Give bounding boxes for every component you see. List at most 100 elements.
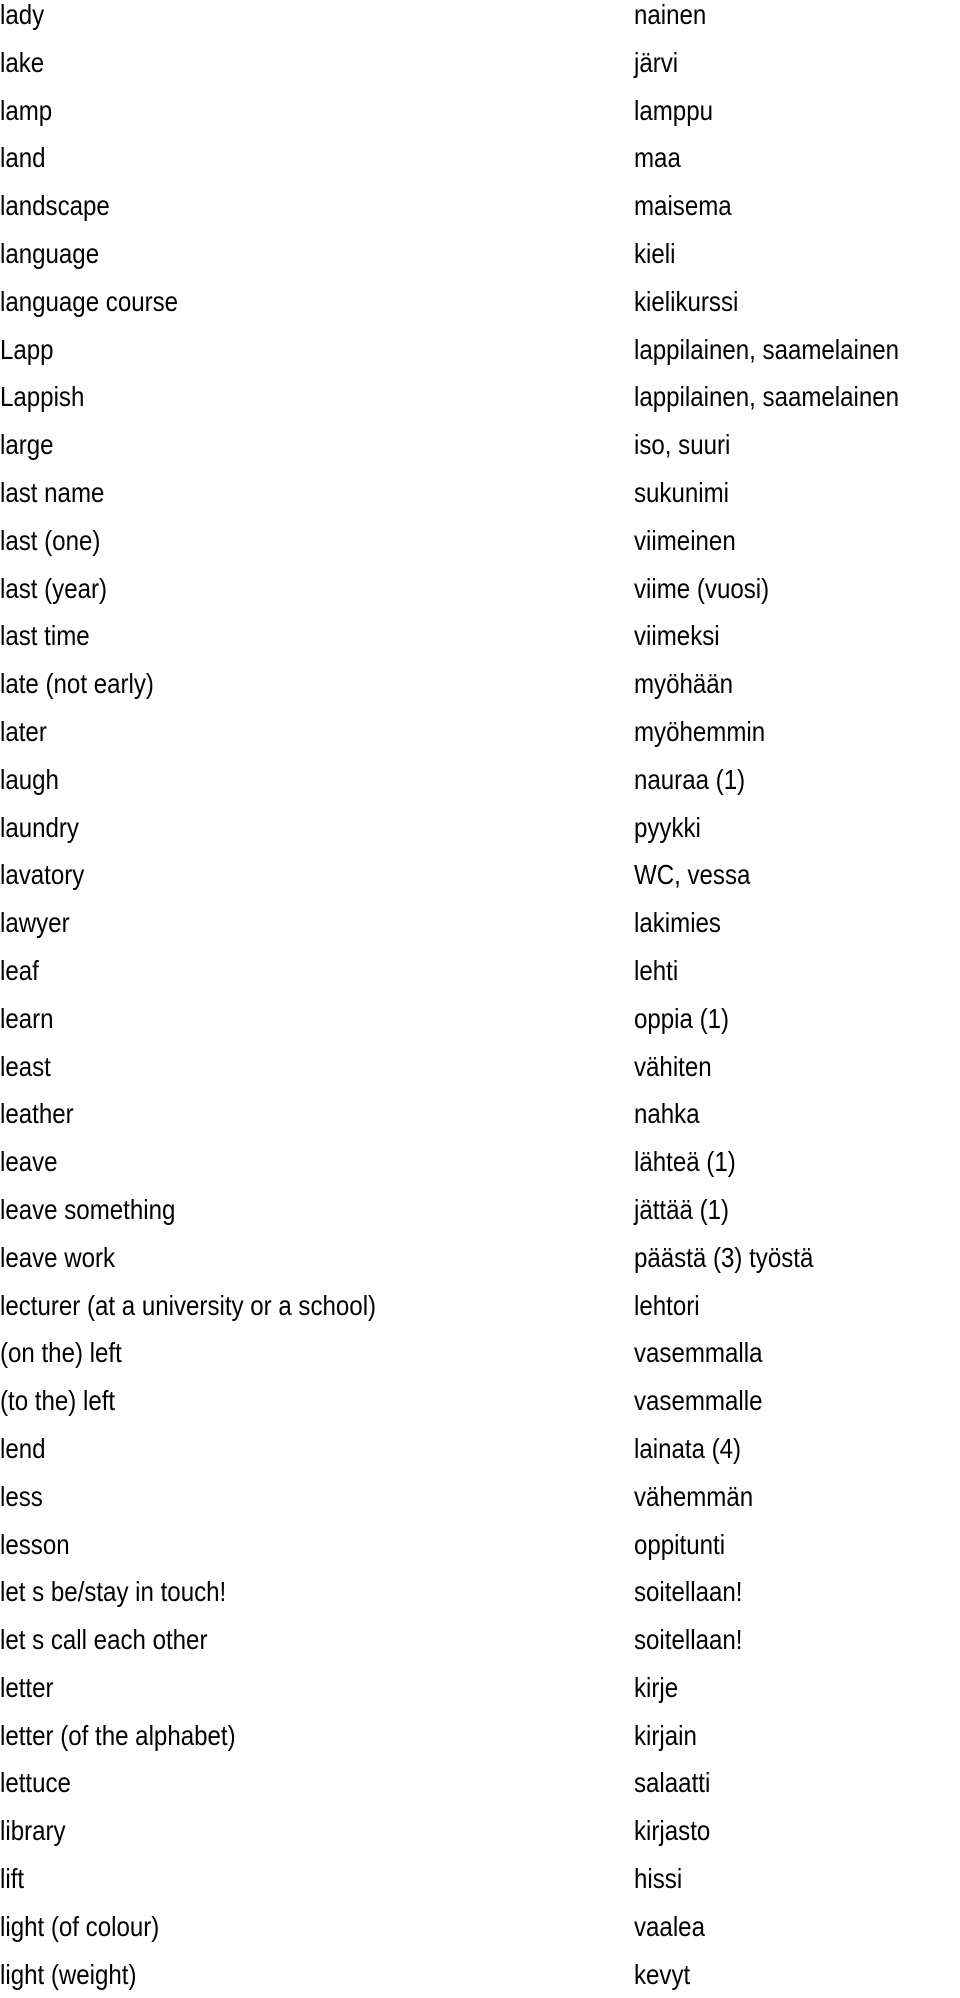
vocabulary-row: leather nahka <box>0 1090 960 1138</box>
vocabulary-row: language kieli <box>0 230 960 278</box>
english-term: leave something <box>0 1193 176 1225</box>
finnish-translation: myöhemmin <box>634 715 766 747</box>
finnish-translation: maa <box>634 142 681 174</box>
finnish-translation: jättää (1) <box>634 1193 730 1225</box>
english-term: laugh <box>0 763 59 795</box>
english-term: last name <box>0 476 105 508</box>
english-term: language course <box>0 285 179 317</box>
vocabulary-row: (on the) left vasemmalla <box>0 1329 960 1377</box>
finnish-translation: iso, suuri <box>634 429 731 461</box>
english-term: (to the) left <box>0 1385 116 1417</box>
finnish-translation: järvi <box>634 46 679 78</box>
finnish-translation: vasemmalle <box>634 1385 763 1417</box>
vocabulary-row: large iso, suuri <box>0 421 960 469</box>
english-term: letter (of the alphabet) <box>0 1719 236 1751</box>
vocabulary-row: (to the) left vasemmalle <box>0 1377 960 1425</box>
finnish-translation: kirjain <box>634 1719 697 1751</box>
english-term: leather <box>0 1098 74 1130</box>
finnish-translation: pyykki <box>634 811 701 843</box>
english-term: last time <box>0 620 90 652</box>
finnish-translation: lähteä (1) <box>634 1146 736 1178</box>
vocabulary-row: Lapp lappilainen, saamelainen <box>0 326 960 374</box>
english-term: language <box>0 237 100 269</box>
english-term: library <box>0 1815 66 1847</box>
finnish-translation: vaalea <box>634 1910 705 1942</box>
english-term: landscape <box>0 190 110 222</box>
vocabulary-row: light (of colour) vaalea <box>0 1903 960 1951</box>
english-term: let s call each other <box>0 1624 208 1656</box>
finnish-translation: oppitunti <box>634 1528 726 1560</box>
finnish-translation: lamppu <box>634 94 713 126</box>
finnish-translation: WC, vessa <box>634 859 751 891</box>
vocabulary-row: letter kirje <box>0 1664 960 1712</box>
vocabulary-row: lady nainen <box>0 0 960 39</box>
vocabulary-row: last (year) viime (vuosi) <box>0 565 960 613</box>
english-term: later <box>0 715 47 747</box>
english-term: land <box>0 142 46 174</box>
english-term: lesson <box>0 1528 70 1560</box>
finnish-translation: vähemmän <box>634 1480 754 1512</box>
vocabulary-row: leaf lehti <box>0 947 960 995</box>
finnish-translation: kevyt <box>634 1958 691 1990</box>
vocabulary-row: less vähemmän <box>0 1473 960 1521</box>
vocabulary-row: lift hissi <box>0 1855 960 1903</box>
finnish-translation: päästä (3) työstä <box>634 1241 814 1273</box>
finnish-translation: vähiten <box>634 1050 712 1082</box>
finnish-translation: lehti <box>634 954 679 986</box>
vocabulary-row: laugh nauraa (1) <box>0 756 960 804</box>
finnish-translation: myöhään <box>634 668 734 700</box>
finnish-translation: oppia (1) <box>634 1002 730 1034</box>
vocabulary-row: lawyer lakimies <box>0 899 960 947</box>
vocabulary-row: library kirjasto <box>0 1807 960 1855</box>
vocabulary-row: let s call each other soitellaan! <box>0 1616 960 1664</box>
finnish-translation: kieli <box>634 237 676 269</box>
finnish-translation: lappilainen, saamelainen <box>634 333 900 365</box>
vocabulary-row: lavatory WC, vessa <box>0 851 960 899</box>
english-term: Lapp <box>0 333 54 365</box>
english-term: lavatory <box>0 859 85 891</box>
vocabulary-row: last time viimeksi <box>0 612 960 660</box>
vocabulary-row: last (one) viimeinen <box>0 517 960 565</box>
finnish-translation: maisema <box>634 190 732 222</box>
vocabulary-row: lake järvi <box>0 39 960 87</box>
english-term: lake <box>0 46 45 78</box>
english-term: last (one) <box>0 524 101 556</box>
english-term: let s be/stay in touch! <box>0 1576 227 1608</box>
english-term: light (weight) <box>0 1958 137 1990</box>
finnish-translation: lainata (4) <box>634 1432 742 1464</box>
finnish-translation: viimeksi <box>634 620 720 652</box>
english-term: lift <box>0 1863 25 1895</box>
finnish-translation: vasemmalla <box>634 1337 763 1369</box>
english-term: laundry <box>0 811 79 843</box>
vocabulary-row: learn oppia (1) <box>0 995 960 1043</box>
vocabulary-row: leave work päästä (3) työstä <box>0 1234 960 1282</box>
english-term: light (of colour) <box>0 1910 160 1942</box>
finnish-translation: nainen <box>634 0 707 30</box>
vocabulary-row: lecturer (at a university or a school) le… <box>0 1282 960 1330</box>
english-term: letter <box>0 1671 54 1703</box>
vocabulary-row: light (weight) kevyt <box>0 1951 960 1998</box>
english-term: large <box>0 429 54 461</box>
vocabulary-row: let s be/stay in touch! soitellaan! <box>0 1568 960 1616</box>
vocabulary-row: leave something jättää (1) <box>0 1186 960 1234</box>
english-term: lawyer <box>0 907 70 939</box>
english-term: least <box>0 1050 51 1082</box>
english-term: learn <box>0 1002 54 1034</box>
english-term: lettuce <box>0 1767 71 1799</box>
english-term: lamp <box>0 94 53 126</box>
vocabulary-row: language course kielikurssi <box>0 278 960 326</box>
english-term: less <box>0 1480 43 1512</box>
finnish-translation: soitellaan! <box>634 1576 743 1608</box>
english-term: leave work <box>0 1241 116 1273</box>
finnish-translation: viimeinen <box>634 524 736 556</box>
vocabulary-row: leave lähteä (1) <box>0 1138 960 1186</box>
vocabulary-row: late (not early) myöhään <box>0 660 960 708</box>
vocabulary-row: landscape maisema <box>0 182 960 230</box>
finnish-translation: lakimies <box>634 907 721 939</box>
finnish-translation: hissi <box>634 1863 683 1895</box>
vocabulary-list: lady nainen lake järvi lamp lamppu land maa land… <box>0 0 960 1998</box>
english-term: leaf <box>0 954 39 986</box>
vocabulary-row: least vähiten <box>0 1043 960 1091</box>
vocabulary-row: laundry pyykki <box>0 804 960 852</box>
vocabulary-row: Lappish lappilainen, saamelainen <box>0 373 960 421</box>
